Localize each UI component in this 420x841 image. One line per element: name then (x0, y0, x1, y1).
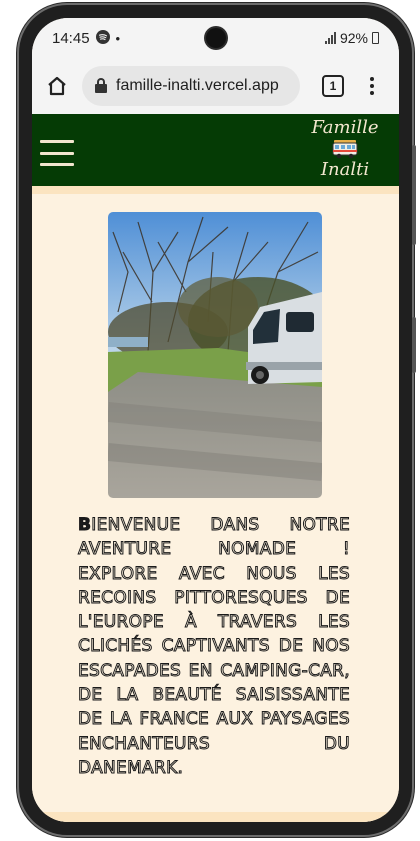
browser-toolbar: famille-inalti.vercel.app 1 (32, 58, 399, 114)
brand-line-1: Famille (311, 117, 379, 138)
camper-van-photo (108, 212, 322, 498)
status-bar: 14:45 • 92% (32, 18, 399, 58)
url-text: famille-inalti.vercel.app (116, 77, 279, 94)
tabs-icon[interactable]: 1 (322, 75, 344, 97)
site-header: Famille Inalti (32, 114, 399, 194)
battery-icon (372, 32, 379, 44)
main-content: Bienvenue dans notre aventure nomade ! E… (32, 202, 399, 822)
power-button (412, 317, 416, 373)
phone-screen: 14:45 • 92% famille-inalti.vercel.app 1 (32, 18, 399, 822)
spotify-icon (95, 29, 110, 47)
volume-button (412, 145, 416, 245)
tab-count: 1 (329, 79, 337, 93)
hamburger-menu-icon[interactable] (40, 140, 74, 166)
home-icon[interactable] (42, 71, 72, 101)
signal-icon (324, 32, 336, 44)
phone-frame: 14:45 • 92% famille-inalti.vercel.app 1 (19, 5, 416, 835)
dot-icon: • (115, 30, 121, 46)
intro-paragraph: Bienvenue dans notre aventure nomade ! E… (78, 514, 351, 778)
battery-percent: 92% (339, 30, 368, 46)
status-time: 14:45 (52, 29, 90, 47)
camera-punch-hole (205, 28, 226, 48)
brand-line-2: Inalti (320, 159, 370, 180)
more-vert-icon[interactable] (362, 77, 382, 95)
camper-bus-icon (332, 140, 358, 159)
lock-icon[interactable] (94, 78, 108, 94)
footer-strip (32, 812, 399, 822)
status-right: 92% (324, 30, 379, 46)
url-bar[interactable]: famille-inalti.vercel.app (82, 66, 300, 106)
brand-logo[interactable]: Famille Inalti (305, 118, 385, 180)
